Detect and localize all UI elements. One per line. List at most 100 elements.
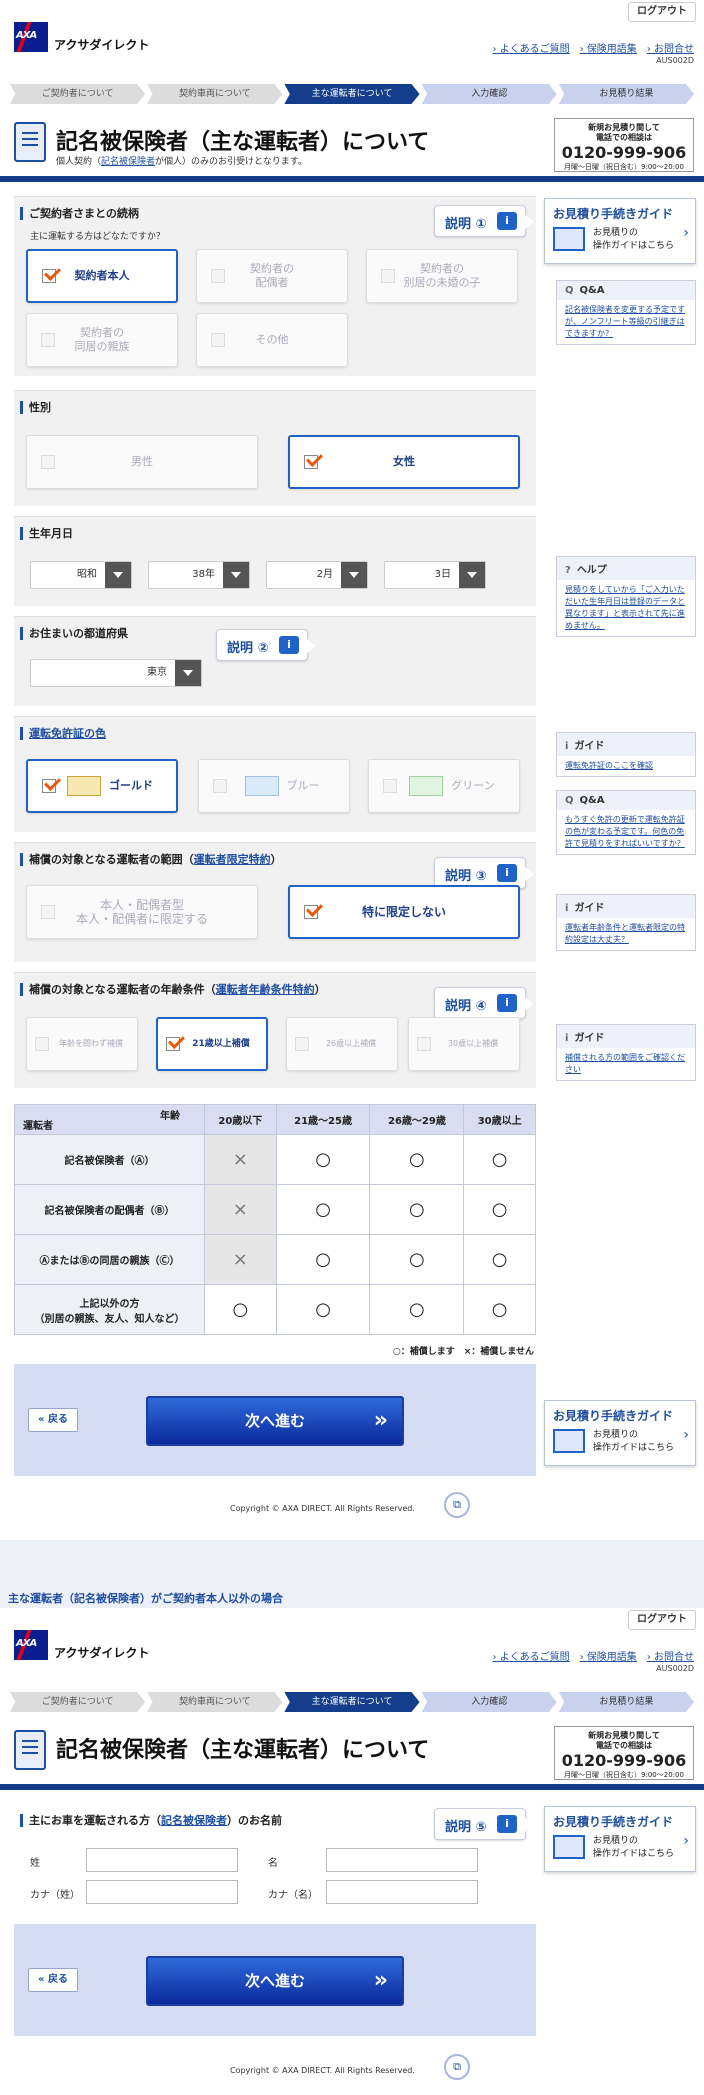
guide-box[interactable]: お見積り手続きガイド お見積りの 操作ガイドはこちら ›	[544, 1806, 696, 1872]
explain-1-button[interactable]: 説明 ①i	[434, 205, 534, 237]
faq-link[interactable]: よくあるご質問	[492, 40, 570, 55]
explain-2-button[interactable]: 説明 ②i	[216, 629, 316, 661]
option-relative[interactable]: 契約者の 同居の親族	[26, 313, 178, 367]
info-icon: i	[497, 212, 517, 230]
page-title: 記名被保険者（主な運転者）について	[56, 130, 430, 155]
guide-box-bottom[interactable]: お見積り手続きガイド お見積りの 操作ガイドはこちら ›	[544, 1400, 696, 1466]
brand-name: アクサダイレクト	[54, 1646, 150, 1660]
option-green[interactable]: グリーン	[368, 759, 520, 813]
double-chevron-left-icon: «	[38, 1414, 48, 1425]
info-icon: i	[497, 864, 517, 882]
kana-mei-input[interactable]	[326, 1880, 478, 1904]
help-link[interactable]: 見積りをしていから「ご入力いただいた生年月日は登録のデータと異なります」と表示さ…	[557, 580, 695, 636]
relation-question: 主に運転する方はどなたですか？	[30, 232, 165, 242]
table-col-header: 30歳以上	[463, 1104, 536, 1135]
guide-box-1: ガイド運転免許証のここを確認	[556, 732, 696, 777]
option-blue[interactable]: ブルー	[198, 759, 350, 813]
option-no-limit[interactable]: 特に限定しない	[288, 885, 520, 939]
axa-logo[interactable]: AXA	[14, 22, 48, 52]
option-26-plus[interactable]: 26歳以上補償	[286, 1017, 398, 1071]
axa-logo[interactable]: AXA	[14, 1630, 48, 1660]
progress-steps: ご契約者について 契約車両について 主な運転者について 入力確認 お見積り結果	[10, 84, 696, 104]
age-condition-link[interactable]: 運転者年齢条件特約	[216, 983, 315, 996]
explain-5-button[interactable]: 説明 ⑤i	[434, 1808, 534, 1840]
guide-link[interactable]: 運転者年齢条件と運転者限定の特約設定は大丈夫？	[557, 918, 695, 950]
option-male[interactable]: 男性	[26, 435, 258, 489]
age-condition-section: 補償の対象となる運転者の年齢条件（運転者年齢条件特約） 説明 ④i 年齢を問わず…	[14, 972, 536, 1088]
info-icon: i	[497, 1815, 517, 1833]
qa-link[interactable]: もうすぐ免許の更新で運転免許証の色が変わる予定です。何色の免許で見積りをすればい…	[557, 810, 695, 854]
qa-box-1: Q&A記名被保険者を変更する予定ですが、ノンフリート等級の引継ぎはできますか？	[556, 280, 696, 345]
table-col-header: 20歳以下	[204, 1104, 277, 1135]
year-select[interactable]: 38年	[148, 561, 250, 589]
month-select[interactable]: 2月	[266, 561, 368, 589]
insured-link[interactable]: 記名被保険者	[161, 1814, 227, 1827]
logout-button[interactable]: ログアウト	[628, 1610, 696, 1630]
sei-input[interactable]	[86, 1848, 238, 1872]
guide-link[interactable]: 運転免許証のここを確認	[557, 756, 695, 776]
option-self[interactable]: 契約者本人	[26, 249, 178, 303]
mei-input[interactable]	[326, 1848, 478, 1872]
license-card-icon	[67, 776, 101, 796]
qa-box-2: Q&Aもうすぐ免許の更新で運転免許証の色が変わる予定です。何色の免許で見積りをす…	[556, 790, 696, 855]
page-top-icon[interactable]: ⧉	[444, 1492, 470, 1518]
gender-title: 性別	[20, 401, 51, 414]
page-header: 記名被保険者（主な運転者）について 新規お見積り関して 電話での相談は 0120-…	[0, 1720, 704, 1790]
guide-link[interactable]: 補償される方の範囲をご確認ください	[557, 1048, 695, 1080]
next-button[interactable]: 次へ進む	[146, 1396, 404, 1446]
next-button[interactable]: 次へ進む	[146, 1956, 404, 2006]
prefecture-select[interactable]: 東京	[30, 659, 202, 687]
help-box: ヘルプ見積りをしていから「ご入力いただいた生年月日は登録のデータと異なります」と…	[556, 556, 696, 637]
qa-link[interactable]: 記名被保険者を変更する予定ですが、ノンフリート等級の引継ぎはできますか？	[557, 300, 695, 344]
driver-limit-link[interactable]: 運転者限定特約	[194, 853, 271, 866]
glossary-link[interactable]: 保険用語集	[580, 40, 637, 55]
option-child[interactable]: 契約者の 別居の未婚の子	[366, 249, 518, 303]
monitor-icon	[553, 227, 585, 251]
option-other[interactable]: その他	[196, 313, 348, 367]
guide-box[interactable]: お見積り手続きガイド お見積りの 操作ガイドはこちら ›	[544, 198, 696, 264]
explain-4-button[interactable]: 説明 ④i	[434, 987, 534, 1019]
faq-link[interactable]: よくあるご質問	[492, 1648, 570, 1663]
back-button[interactable]: « 戻る	[28, 1408, 78, 1432]
option-any-age[interactable]: 年齢を問わず補償	[26, 1017, 138, 1071]
option-21-plus[interactable]: 21歳以上補償	[156, 1017, 268, 1071]
contact-link[interactable]: お問合せ	[647, 40, 694, 55]
screen-id: AUS002D	[656, 56, 694, 65]
license-section: 運転免許証の色 ゴールド ブルー グリーン	[14, 716, 536, 832]
page-subtitle: 個人契約（記名被保険者が個人）のみのお引受けとなります。	[56, 157, 307, 167]
guide-box-2: ガイド運転者年齢条件と運転者限定の特約設定は大丈夫？	[556, 894, 696, 951]
table-row: 記名被保険者の配偶者（Ⓑ） × ○ ○ ○	[14, 1184, 536, 1235]
option-30-plus[interactable]: 30歳以上補償	[408, 1017, 520, 1071]
step-1: ご契約者について	[10, 84, 146, 104]
page-top-icon[interactable]: ⧉	[444, 2054, 470, 2080]
step-1: ご契約者について	[10, 1692, 146, 1712]
kana-sei-input[interactable]	[86, 1880, 238, 1904]
kana-mei-label: カナ（名）	[268, 1890, 318, 1901]
insured-link[interactable]: 記名被保険者	[101, 157, 155, 167]
logout-button[interactable]: ログアウト	[628, 2, 696, 22]
license-color-link[interactable]: 運転免許証の色	[29, 727, 106, 740]
day-select[interactable]: 3日	[384, 561, 486, 589]
table-row: 記名被保険者（Ⓐ） × ○ ○ ○	[14, 1134, 536, 1185]
prefecture-title: お住まいの都道府県	[20, 627, 128, 640]
page-title: 記名被保険者（主な運転者）について	[56, 1738, 430, 1763]
step-4: 入力確認	[421, 1692, 557, 1712]
contact-link[interactable]: お問合せ	[647, 1648, 694, 1663]
progress-steps: ご契約者について 契約車両について 主な運転者について 入力確認 お見積り結果	[10, 1692, 696, 1712]
birth-section: 生年月日 昭和 38年 2月 3日	[14, 516, 536, 606]
table-row: 上記以外の方 （別居の親族、友人、知人など） ○ ○ ○ ○	[14, 1284, 536, 1335]
prefecture-section: お住まいの都道府県 東京 説明 ②i	[14, 616, 536, 706]
guide-box-3: ガイド補償される方の範囲をご確認ください	[556, 1024, 696, 1081]
relation-title: ご契約者さまとの続柄	[20, 207, 139, 220]
era-select[interactable]: 昭和	[30, 561, 132, 589]
step-2: 契約車両について	[147, 84, 283, 104]
option-spouse[interactable]: 契約者の 配偶者	[196, 249, 348, 303]
option-female[interactable]: 女性	[288, 435, 520, 489]
glossary-link[interactable]: 保険用語集	[580, 1648, 637, 1663]
option-gold[interactable]: ゴールド	[26, 759, 178, 813]
document-icon	[14, 122, 46, 162]
option-spouse-limited[interactable]: 本人・配偶者型 本人・配偶者に限定する	[26, 885, 258, 939]
phone-number: 0120-999-906	[561, 1751, 687, 1770]
back-button[interactable]: « 戻る	[28, 1968, 78, 1992]
page-2: ログアウト AXA アクサダイレクト よくあるご質問 保険用語集 お問合せ AU…	[0, 1608, 704, 2095]
